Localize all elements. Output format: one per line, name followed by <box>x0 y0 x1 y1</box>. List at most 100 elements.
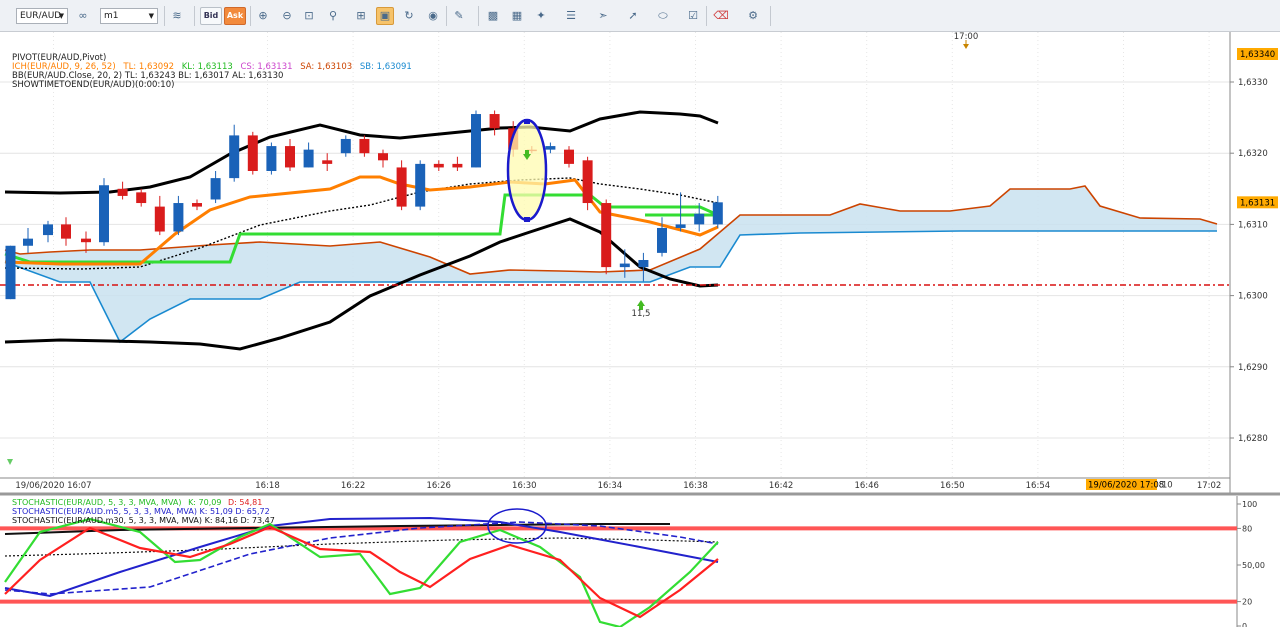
candle-body <box>285 146 295 168</box>
candle-body <box>601 203 612 268</box>
label-icon[interactable]: ☑ <box>684 7 702 25</box>
image-icon[interactable]: ▩ <box>484 7 502 25</box>
chart-background <box>0 32 1280 627</box>
candle-body <box>638 260 649 268</box>
magnifier-icon[interactable]: ⚲ <box>324 7 342 25</box>
zoom-fit-icon[interactable]: ⊡ <box>300 7 318 25</box>
time-tick-label: 16:34 <box>598 481 623 491</box>
legend-ich-sb: SB: 1,63091 <box>360 62 412 72</box>
settings-icon[interactable]: ⚙ <box>744 7 762 25</box>
osc-legend-3: STOCHASTIC(EUR/AUD.m30, 5, 3, 3, MVA, MV… <box>12 516 275 525</box>
osc-legend-2: STOCHASTIC(EUR/AUD.m5, 5, 3, 3, MVA, MVA… <box>12 507 270 516</box>
fan-icon[interactable]: ➣ <box>594 7 612 25</box>
chevron-down-icon: ▼ <box>148 12 154 20</box>
globe-icon[interactable]: ◉ <box>424 7 442 25</box>
toolbar-divider <box>478 6 479 26</box>
sell-arrow-stem <box>525 150 529 155</box>
candle-body <box>266 146 277 171</box>
candle-body <box>43 224 53 236</box>
candle-body <box>154 206 165 232</box>
candle-body <box>61 224 71 239</box>
candle-body <box>23 238 33 246</box>
toolbar-divider <box>250 6 251 26</box>
candle-body <box>303 149 314 168</box>
bid-button[interactable]: Bid <box>200 7 222 25</box>
top-price-label: 1,63340 <box>1240 50 1275 60</box>
price-tick-label: 1,6310 <box>1238 220 1268 230</box>
candle-body <box>396 167 407 207</box>
timeframe-select[interactable]: m1 ▼ <box>100 8 158 24</box>
ellipse-handle-bottom <box>524 217 530 222</box>
osc-legend-1-k: K: 70,09 <box>188 498 221 507</box>
price-chart[interactable]: 11,5 17:00 PIVOT(EUR/AUD,Pivot) ICH(EUR/… <box>0 32 1280 627</box>
template-icon[interactable]: ▦ <box>508 7 526 25</box>
candle-body <box>564 149 574 164</box>
candle-body <box>340 138 351 154</box>
osc-tick-label: 50,00 <box>1242 561 1265 570</box>
candle-body <box>99 185 109 243</box>
price-tick-label: 1,6330 <box>1238 78 1268 88</box>
tooltip-icon[interactable]: ▣ <box>376 7 394 25</box>
candle-body <box>136 192 147 204</box>
candle-body <box>192 203 202 207</box>
toolbar-divider <box>446 6 447 26</box>
osc-legend-1-d: D: 54,81 <box>228 498 262 507</box>
candle-body <box>452 163 463 168</box>
highlight-ellipse <box>506 118 548 222</box>
symbol-value: EUR/AUD <box>20 11 62 21</box>
tools-icon[interactable]: ✦ <box>532 7 550 25</box>
time-tick-label: 16:46 <box>854 481 879 491</box>
candle-body <box>378 153 388 161</box>
toolbar-divider <box>770 6 771 26</box>
time-tick-label: 16:18 <box>255 481 280 491</box>
legend-showtime: SHOWTIMETOEND(EUR/AUD)(0:00:10) <box>12 80 174 90</box>
osc-tick-label: 0 <box>1242 622 1247 627</box>
candle-body <box>5 245 16 300</box>
candle-body <box>545 146 556 150</box>
symbol-select[interactable]: EUR/AUD ▼ <box>16 8 68 24</box>
trendline-icon[interactable]: ➚ <box>624 7 642 25</box>
zoom-out-icon[interactable]: ⊖ <box>278 7 296 25</box>
candle-body <box>675 224 686 228</box>
osc-tick-label: 100 <box>1242 500 1257 509</box>
candle-body <box>173 203 184 232</box>
osc-tick-label: 80 <box>1242 524 1252 533</box>
time-tick-label: 16:30 <box>512 481 537 491</box>
crosshair-icon[interactable]: ⊞ <box>352 7 370 25</box>
pencil-icon[interactable]: ✎ <box>450 7 468 25</box>
top-time-label: 17:00 <box>954 32 979 42</box>
ellipse-icon[interactable]: ⬭ <box>654 7 672 25</box>
osc-legend-1-name: STOCHASTIC(EUR/AUD, 5, 3, 3, MVA, MVA) <box>12 498 182 507</box>
zoom-in-icon[interactable]: ⊕ <box>254 7 272 25</box>
time-tick-label: 16:38 <box>683 481 708 491</box>
candle-body <box>619 263 630 268</box>
ask-button[interactable]: Ask <box>224 7 246 25</box>
time-tick-label: 16:22 <box>341 481 366 491</box>
price-tick-label: 1,6290 <box>1238 363 1268 373</box>
toolbar-divider <box>194 6 195 26</box>
candle-body <box>81 238 91 243</box>
link-icon[interactable]: ∞ <box>74 7 92 25</box>
time-tick-label: 16:42 <box>769 481 794 491</box>
candle-body <box>712 202 723 225</box>
line-chart-icon[interactable]: ≋ <box>168 7 186 25</box>
chevron-down-icon: ▼ <box>58 12 64 20</box>
cursor-time-label: 19/06/2020 17:08 <box>1088 481 1164 491</box>
candle-body <box>489 114 500 129</box>
eraser-icon[interactable]: ⌫ <box>712 7 730 25</box>
candle-body <box>359 138 370 154</box>
price-tick-label: 1,6300 <box>1238 292 1268 302</box>
candle-body <box>117 188 128 196</box>
candle-body <box>229 135 240 179</box>
time-tick-label: 16:50 <box>940 481 965 491</box>
timeframe-value: m1 <box>104 11 119 21</box>
time-tick-label: 16:54 <box>1026 481 1051 491</box>
time-tick-label: 19/06/2020 16:07 <box>15 481 91 491</box>
signal-value-label: 11,5 <box>632 309 651 319</box>
lines-icon[interactable]: ☰ <box>562 7 580 25</box>
refresh-icon[interactable]: ↻ <box>400 7 418 25</box>
candle-body <box>433 163 444 168</box>
candle-body <box>582 160 593 204</box>
candle-body <box>322 160 333 164</box>
candle-body <box>415 163 426 207</box>
